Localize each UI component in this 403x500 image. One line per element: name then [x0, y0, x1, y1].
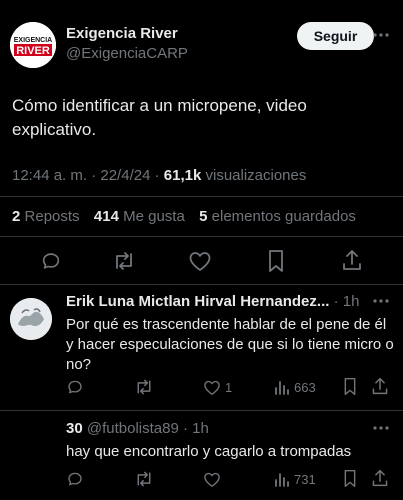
reposts-stat[interactable]: 2 Reposts [12, 208, 80, 225]
reply-like-count: 1 [225, 380, 233, 395]
divider [0, 236, 403, 237]
share-icon[interactable] [341, 248, 363, 272]
more-icon[interactable] [372, 28, 390, 42]
likes-stat[interactable]: 414 Me gusta [94, 208, 185, 225]
more-icon[interactable] [372, 294, 390, 308]
reply-text: Por qué es trascendente hablar de el pen… [66, 316, 394, 373]
views-icon[interactable] [274, 471, 290, 487]
bookmark-icon[interactable] [343, 469, 357, 488]
repost-icon[interactable] [134, 378, 154, 396]
author-name[interactable]: Exigencia River [66, 25, 178, 42]
author-avatar[interactable]: EXIGENCIA RIVER [10, 22, 56, 68]
reply-view-count: 731 [294, 472, 316, 487]
author-handle[interactable]: @ExigenciaCARP [66, 45, 188, 62]
tweet-text: Cómo identificar a un micropene, video e… [12, 96, 307, 139]
reply-icon[interactable] [40, 250, 62, 272]
like-icon[interactable] [203, 379, 221, 396]
share-icon[interactable] [371, 468, 389, 488]
repost-icon[interactable] [134, 470, 154, 488]
svg-text:EXIGENCIA: EXIGENCIA [14, 37, 53, 44]
repost-icon[interactable] [112, 250, 136, 272]
views-count: 61,1k [163, 167, 202, 184]
divider [0, 284, 403, 285]
bookmark-icon[interactable] [343, 377, 357, 396]
reply-icon[interactable] [66, 470, 84, 488]
tweet-meta: 12:44 a. m. · 22/4/24 · 61,1k visualizac… [12, 167, 306, 184]
views-label: visualizaciones [205, 167, 307, 184]
like-icon[interactable] [203, 471, 221, 488]
reply-view-count: 663 [294, 380, 316, 395]
reply-icon[interactable] [66, 378, 84, 396]
follow-button[interactable]: Seguir [297, 22, 374, 50]
reply-header: 30 @futbolista89 · 1h [66, 420, 209, 437]
bookmark-icon[interactable] [267, 249, 285, 273]
reply-avatar[interactable] [10, 298, 52, 340]
reply-text: hay que encontrarlo y cagarlo a trompada… [66, 443, 352, 460]
reply-author-name[interactable]: 30 [66, 420, 83, 437]
reply-handle-time[interactable]: @futbolista89 · 1h [87, 420, 209, 437]
reply-time[interactable]: · 1h [334, 293, 360, 310]
author-logo: EXIGENCIA RIVER [10, 22, 56, 68]
saved-stat[interactable]: 5 elementos guardados [199, 208, 356, 225]
reply-header: Erik Luna Mictlan Hirval Hernandez... · … [66, 293, 359, 310]
divider [0, 410, 403, 411]
views-icon[interactable] [274, 379, 290, 395]
tweet-time[interactable]: 12:44 a. m. · 22/4/24 · [12, 167, 160, 184]
divider [0, 196, 403, 197]
more-icon[interactable] [372, 421, 390, 435]
tweet-stats: 2 Reposts 414 Me gusta 5 elementos guard… [12, 208, 356, 225]
like-icon[interactable] [188, 250, 212, 272]
share-icon[interactable] [371, 376, 389, 396]
svg-text:RIVER: RIVER [16, 45, 50, 57]
reply-author-name[interactable]: Erik Luna Mictlan Hirval Hernandez... [66, 293, 329, 310]
